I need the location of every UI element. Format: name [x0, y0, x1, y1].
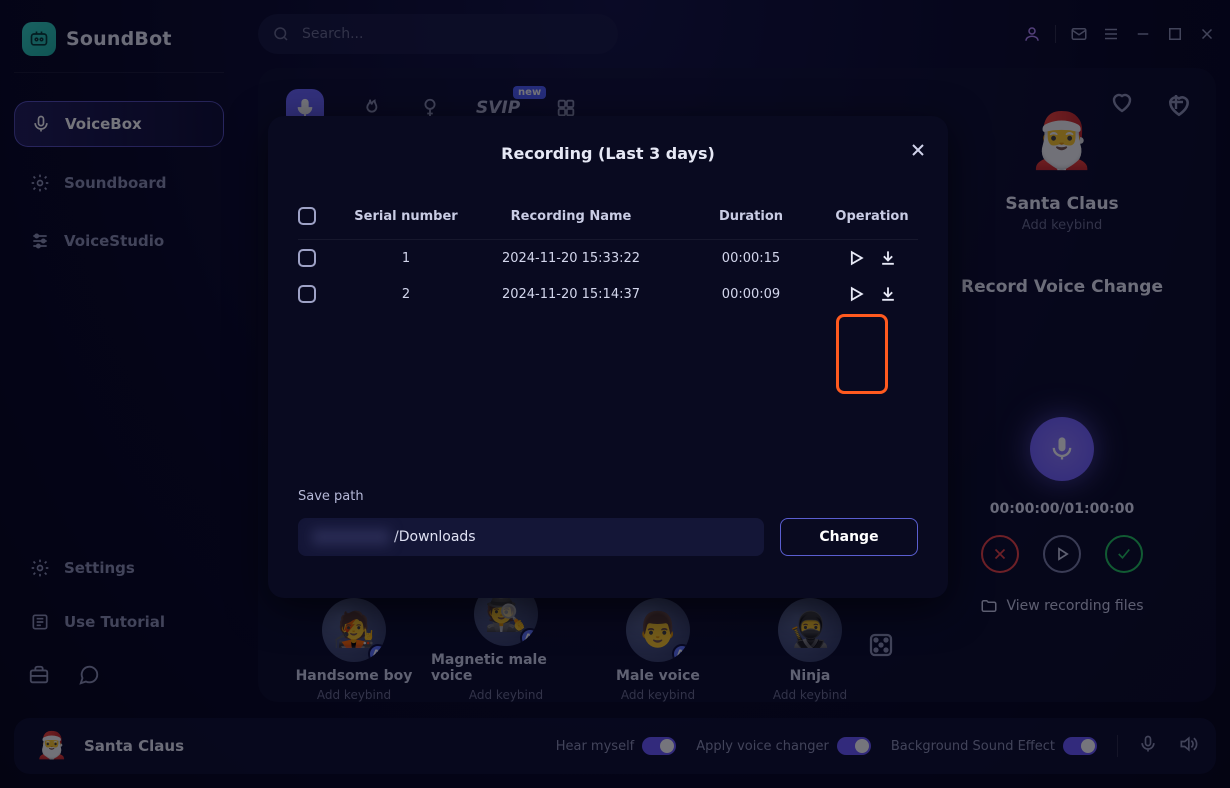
save-path-field[interactable]: /Downloads: [298, 518, 764, 556]
modal-title: Recording (Last 3 days): [298, 144, 918, 163]
table-row: 2 2024-11-20 15:14:37 00:00:09: [298, 276, 918, 312]
download-highlight-box: [836, 314, 888, 394]
col-operation: Operation: [826, 209, 918, 224]
play-icon[interactable]: [846, 284, 866, 304]
cell-serial: 2: [346, 287, 466, 302]
select-all-checkbox[interactable]: [298, 207, 316, 225]
col-serial: Serial number: [346, 209, 466, 224]
col-name: Recording Name: [466, 209, 676, 224]
close-icon: [908, 140, 928, 160]
change-path-button[interactable]: Change: [780, 518, 918, 556]
cell-name: 2024-11-20 15:33:22: [466, 251, 676, 266]
blurred-path: [312, 529, 390, 545]
row-checkbox[interactable]: [298, 285, 316, 303]
path-suffix: /Downloads: [394, 529, 476, 545]
cell-duration: 00:00:15: [676, 251, 826, 266]
table-row: 1 2024-11-20 15:33:22 00:00:15: [298, 240, 918, 276]
col-duration: Duration: [676, 209, 826, 224]
play-icon[interactable]: [846, 248, 866, 268]
recording-modal: Recording (Last 3 days) Serial number Re…: [268, 116, 948, 598]
cell-name: 2024-11-20 15:14:37: [466, 287, 676, 302]
download-icon[interactable]: [878, 248, 898, 268]
download-icon[interactable]: [878, 284, 898, 304]
recordings-table: Serial number Recording Name Duration Op…: [298, 207, 918, 312]
cell-duration: 00:00:09: [676, 287, 826, 302]
table-header: Serial number Recording Name Duration Op…: [298, 207, 918, 240]
cell-serial: 1: [346, 251, 466, 266]
modal-close-button[interactable]: [908, 140, 928, 164]
save-path-label: Save path: [298, 489, 364, 504]
row-checkbox[interactable]: [298, 249, 316, 267]
